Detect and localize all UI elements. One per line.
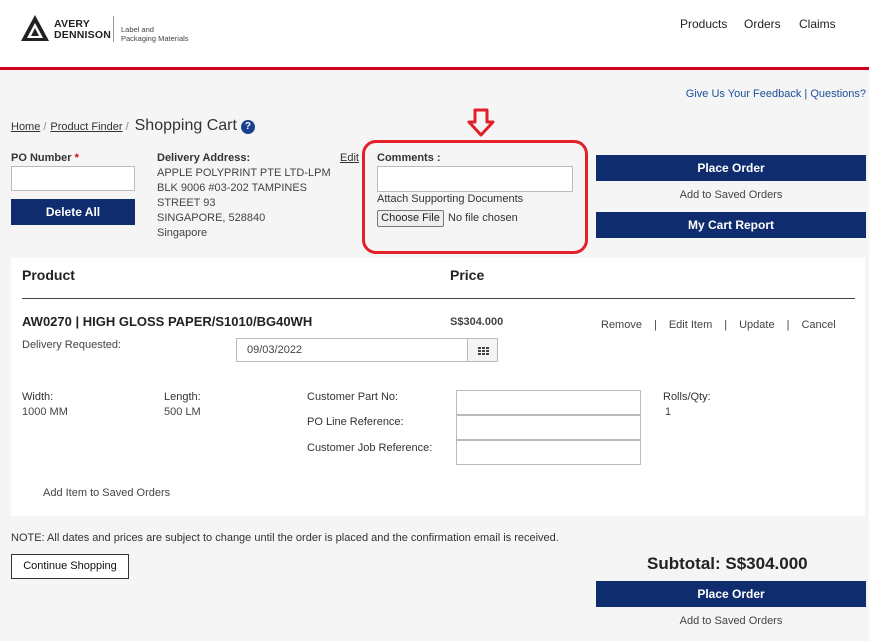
customer-job-input[interactable] xyxy=(456,440,641,465)
breadcrumb-separator: / xyxy=(125,121,129,133)
breadcrumb-separator: / xyxy=(43,121,47,133)
avery-dennison-logo-icon[interactable] xyxy=(20,14,50,42)
note-text: NOTE: All dates and prices are subject t… xyxy=(11,532,559,544)
logo-wordmark: AVERY DENNISON xyxy=(54,18,112,41)
breadcrumb: Home / Product Finder / Shopping Cart ? xyxy=(11,117,255,135)
po-number-input[interactable] xyxy=(11,166,135,191)
continue-shopping-button[interactable]: Continue Shopping xyxy=(11,554,129,579)
delivery-requested-label: Delivery Requested: xyxy=(22,339,122,351)
nav-claims[interactable]: Claims xyxy=(799,17,836,31)
feedback-separator: | xyxy=(801,88,811,100)
place-order-button[interactable]: Place Order xyxy=(596,155,866,181)
rolls-qty-label: Rolls/Qty: xyxy=(663,391,711,403)
delivery-date-input[interactable] xyxy=(236,338,468,362)
delivery-address-label: Delivery Address: xyxy=(157,152,251,164)
product-column-header: Product xyxy=(22,267,75,283)
update-link[interactable]: Update xyxy=(739,319,774,331)
action-separator: | xyxy=(653,319,657,331)
add-to-saved-orders-link-bottom[interactable]: Add to Saved Orders xyxy=(596,615,866,627)
place-order-button-bottom[interactable]: Place Order xyxy=(596,581,866,607)
delivery-address: APPLE POLYPRINT PTE LTD-LPM BLK 9006 #03… xyxy=(157,167,331,239)
nav-products[interactable]: Products xyxy=(680,17,727,31)
breadcrumb-home[interactable]: Home xyxy=(11,121,40,133)
add-to-saved-orders-link[interactable]: Add to Saved Orders xyxy=(596,189,866,201)
comments-input[interactable] xyxy=(377,166,573,192)
choose-file-button[interactable]: Choose File xyxy=(377,210,444,227)
customer-job-label: Customer Job Reference: xyxy=(307,442,433,454)
subtotal: Subtotal: S$304.000 xyxy=(647,554,808,573)
cart-panel xyxy=(11,258,865,516)
header-divider xyxy=(22,298,855,299)
calendar-button[interactable] xyxy=(468,338,498,362)
site-header: AVERY DENNISON Label and Packaging Mater… xyxy=(0,0,869,70)
item-actions: Remove | Edit Item | Update | Cancel xyxy=(601,319,836,331)
down-arrow-icon xyxy=(467,108,495,137)
action-separator: | xyxy=(724,319,728,331)
item-title: AW0270 | HIGH GLOSS PAPER/S1010/BG40WH xyxy=(22,314,313,329)
width-label: Width: xyxy=(22,391,54,403)
po-line-input[interactable] xyxy=(456,415,641,440)
questions-link[interactable]: Questions? xyxy=(810,88,866,100)
customer-part-input[interactable] xyxy=(456,390,641,415)
feedback-links: Give Us Your Feedback | Questions? xyxy=(686,88,866,100)
help-icon[interactable]: ? xyxy=(240,120,255,134)
cancel-link[interactable]: Cancel xyxy=(801,319,835,331)
customer-part-label: Customer Part No: xyxy=(307,391,399,403)
action-separator: | xyxy=(786,319,790,331)
comments-label: Comments : xyxy=(377,152,441,164)
my-cart-report-button[interactable]: My Cart Report xyxy=(596,212,866,238)
attach-docs-label: Attach Supporting Documents xyxy=(377,193,524,205)
feedback-link[interactable]: Give Us Your Feedback xyxy=(686,88,802,100)
length-label: Length: xyxy=(164,391,201,403)
breadcrumb-product-finder[interactable]: Product Finder xyxy=(50,121,122,133)
page-title: Shopping Cart xyxy=(134,117,237,134)
logo-subtitle: Label and Packaging Materials xyxy=(121,25,189,43)
remove-link[interactable]: Remove xyxy=(601,319,642,331)
rolls-qty-value: 1 xyxy=(665,406,672,418)
edit-address-link[interactable]: Edit xyxy=(340,152,359,164)
po-number-label: PO Number * xyxy=(11,152,79,164)
logo-divider xyxy=(113,16,114,42)
no-file-label: No file chosen xyxy=(448,212,518,224)
length-value: 500 LM xyxy=(164,406,201,418)
price-column-header: Price xyxy=(450,267,485,283)
edit-item-link[interactable]: Edit Item xyxy=(669,319,712,331)
width-value: 1000 MM xyxy=(22,406,68,418)
item-price: S$304.000 xyxy=(450,316,504,328)
calendar-icon xyxy=(478,347,489,355)
po-line-label: PO Line Reference: xyxy=(307,416,404,428)
nav-orders[interactable]: Orders xyxy=(744,17,781,31)
add-item-to-saved-orders-link[interactable]: Add Item to Saved Orders xyxy=(43,487,170,499)
delete-all-button[interactable]: Delete All xyxy=(11,199,135,225)
